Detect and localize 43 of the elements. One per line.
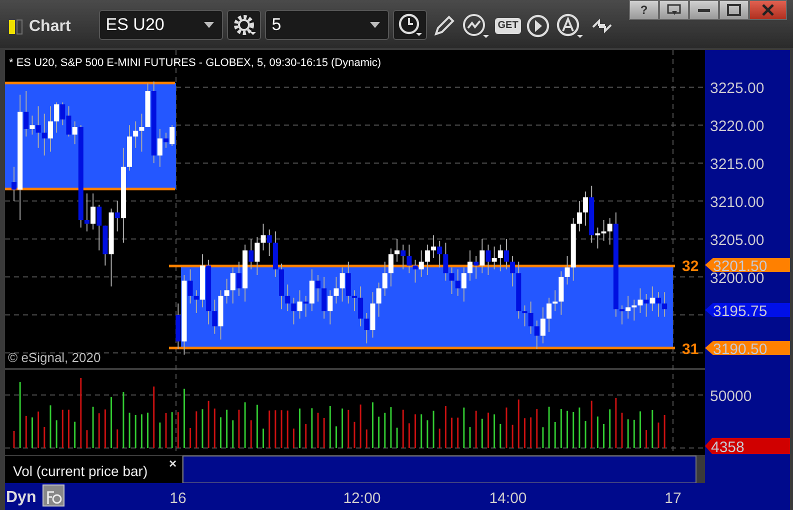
- symbol-dropdown[interactable]: ES U20: [98, 10, 223, 40]
- copyright-text: © eSignal, 2020: [8, 350, 101, 365]
- settings-button[interactable]: [226, 10, 261, 40]
- close-button[interactable]: [749, 0, 787, 20]
- price-label: 3215.00: [710, 156, 764, 174]
- time-label: 17: [664, 490, 682, 507]
- caret-icon: [204, 22, 214, 28]
- time-label: 16: [170, 490, 186, 507]
- volume-marker: 4358: [705, 438, 790, 456]
- line-chart-icon[interactable]: [460, 12, 491, 40]
- level-label: 31: [682, 341, 699, 358]
- level-label: 32: [682, 258, 699, 275]
- minimize-button[interactable]: [689, 0, 719, 20]
- maximize-icon: [727, 4, 741, 16]
- help-button[interactable]: ?: [629, 0, 659, 20]
- get-button[interactable]: GET: [494, 18, 522, 34]
- price-marker: 3190.50: [705, 341, 790, 358]
- time-label: 14:00: [489, 490, 527, 507]
- time-label: 12:00: [343, 490, 381, 507]
- chart-header: * ES U20, S&P 500 E-MINI FUTURES - GLOBEX, 5, 09:30-16:15 (Dynamic): [9, 57, 382, 69]
- window-title: Chart: [29, 18, 71, 36]
- dock-button[interactable]: [659, 0, 689, 20]
- close-legend-button[interactable]: ×: [169, 456, 177, 471]
- interval-dropdown[interactable]: 5: [264, 10, 389, 40]
- maximize-button[interactable]: [719, 0, 749, 20]
- alert-icon[interactable]: [555, 12, 586, 40]
- app-icon: [9, 19, 23, 35]
- volume-axis-label: 50000: [710, 388, 752, 405]
- price-marker: 3195.75: [705, 303, 790, 320]
- play-icon[interactable]: [525, 13, 552, 39]
- clock-icon: [396, 12, 423, 38]
- caret-icon: [370, 22, 380, 28]
- clock-button[interactable]: [392, 10, 427, 40]
- scale-mode-label[interactable]: Dyn: [6, 489, 36, 506]
- price-label: 3220.00: [710, 118, 764, 136]
- price-label: 3210.00: [710, 194, 764, 212]
- volume-legend: Vol (current price bar): [13, 463, 148, 479]
- minimize-icon: [698, 8, 710, 12]
- price-label: 3225.00: [710, 80, 764, 98]
- close-icon: [761, 4, 775, 16]
- price-label: 3205.00: [710, 232, 764, 249]
- dock-icon: [667, 4, 681, 16]
- lock-icon[interactable]: [42, 484, 64, 506]
